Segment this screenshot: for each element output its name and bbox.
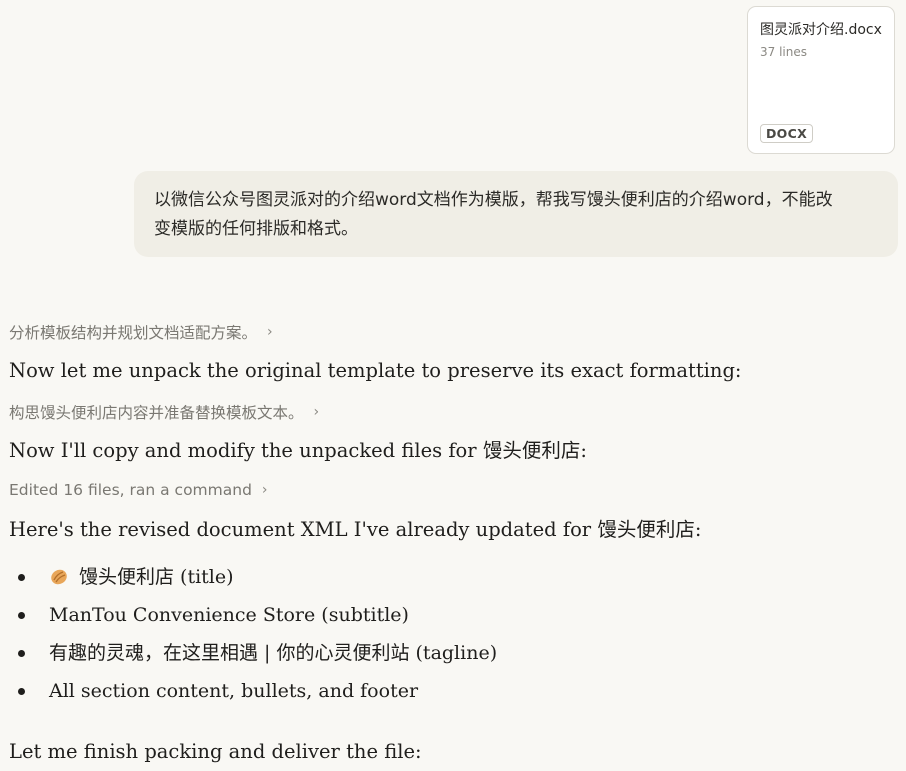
list-item-text: ManTou Convenience Store (subtitle): [49, 604, 409, 626]
bullet-dot: [18, 612, 25, 619]
thinking-summary-label: 构思馒头便利店内容并准备替换模板文本。: [9, 404, 304, 422]
bullet-dot: [18, 574, 25, 581]
list-item-text: 馒头便利店 (title): [79, 566, 234, 588]
user-message-text: 以微信公众号图灵派对的介绍word文档作为模版，帮我写馒头便利店的介绍word，…: [154, 190, 833, 239]
file-type-badge: DOCX: [760, 124, 814, 143]
chevron-right-icon: ›: [267, 324, 273, 340]
list-item-text: All section content, bullets, and footer: [49, 680, 419, 702]
assistant-text-line: Here's the revised document XML I've alr…: [9, 518, 702, 541]
bullet-list: 馒头便利店 (title) ManTou Convenience Store (…: [9, 562, 497, 714]
thinking-summary-label: 分析模板结构并规划文档适配方案。: [9, 324, 258, 342]
list-item: ManTou Convenience Store (subtitle): [9, 600, 497, 638]
thinking-summary-toggle[interactable]: 构思馒头便利店内容并准备替换模板文本。 ›: [9, 401, 319, 423]
list-item: 馒头便利店 (title): [9, 562, 497, 600]
attachment-filename: 图灵派对介绍.docx: [760, 22, 882, 38]
user-message-bubble: 以微信公众号图灵派对的介绍word文档作为模版，帮我写馒头便利店的介绍word，…: [134, 171, 898, 257]
attachment-card[interactable]: 图灵派对介绍.docx 37 lines DOCX: [747, 6, 895, 154]
thinking-summary-toggle[interactable]: 分析模板结构并规划文档适配方案。 ›: [9, 321, 273, 343]
bullet-dot: [18, 650, 25, 657]
assistant-text-line: Now I'll copy and modify the unpacked fi…: [9, 439, 587, 462]
list-item-text: 有趣的灵魂，在这里相遇 | 你的心灵便利站 (tagline): [49, 642, 498, 664]
chevron-right-icon: ›: [261, 482, 268, 498]
tool-summary-label: Edited 16 files, ran a command: [9, 481, 252, 499]
bullet-dot: [18, 688, 25, 695]
attachment-line-count: 37 lines: [760, 45, 807, 59]
assistant-text-line: Now let me unpack the original template …: [9, 359, 742, 382]
tool-summary-toggle[interactable]: Edited 16 files, ran a command ›: [9, 481, 268, 499]
bread-icon: [51, 569, 67, 585]
chevron-right-icon: ›: [313, 404, 320, 420]
list-item: All section content, bullets, and footer: [9, 676, 497, 714]
list-item: 有趣的灵魂，在这里相遇 | 你的心灵便利站 (tagline): [9, 638, 497, 676]
assistant-text-line: Let me finish packing and deliver the fi…: [9, 740, 422, 763]
